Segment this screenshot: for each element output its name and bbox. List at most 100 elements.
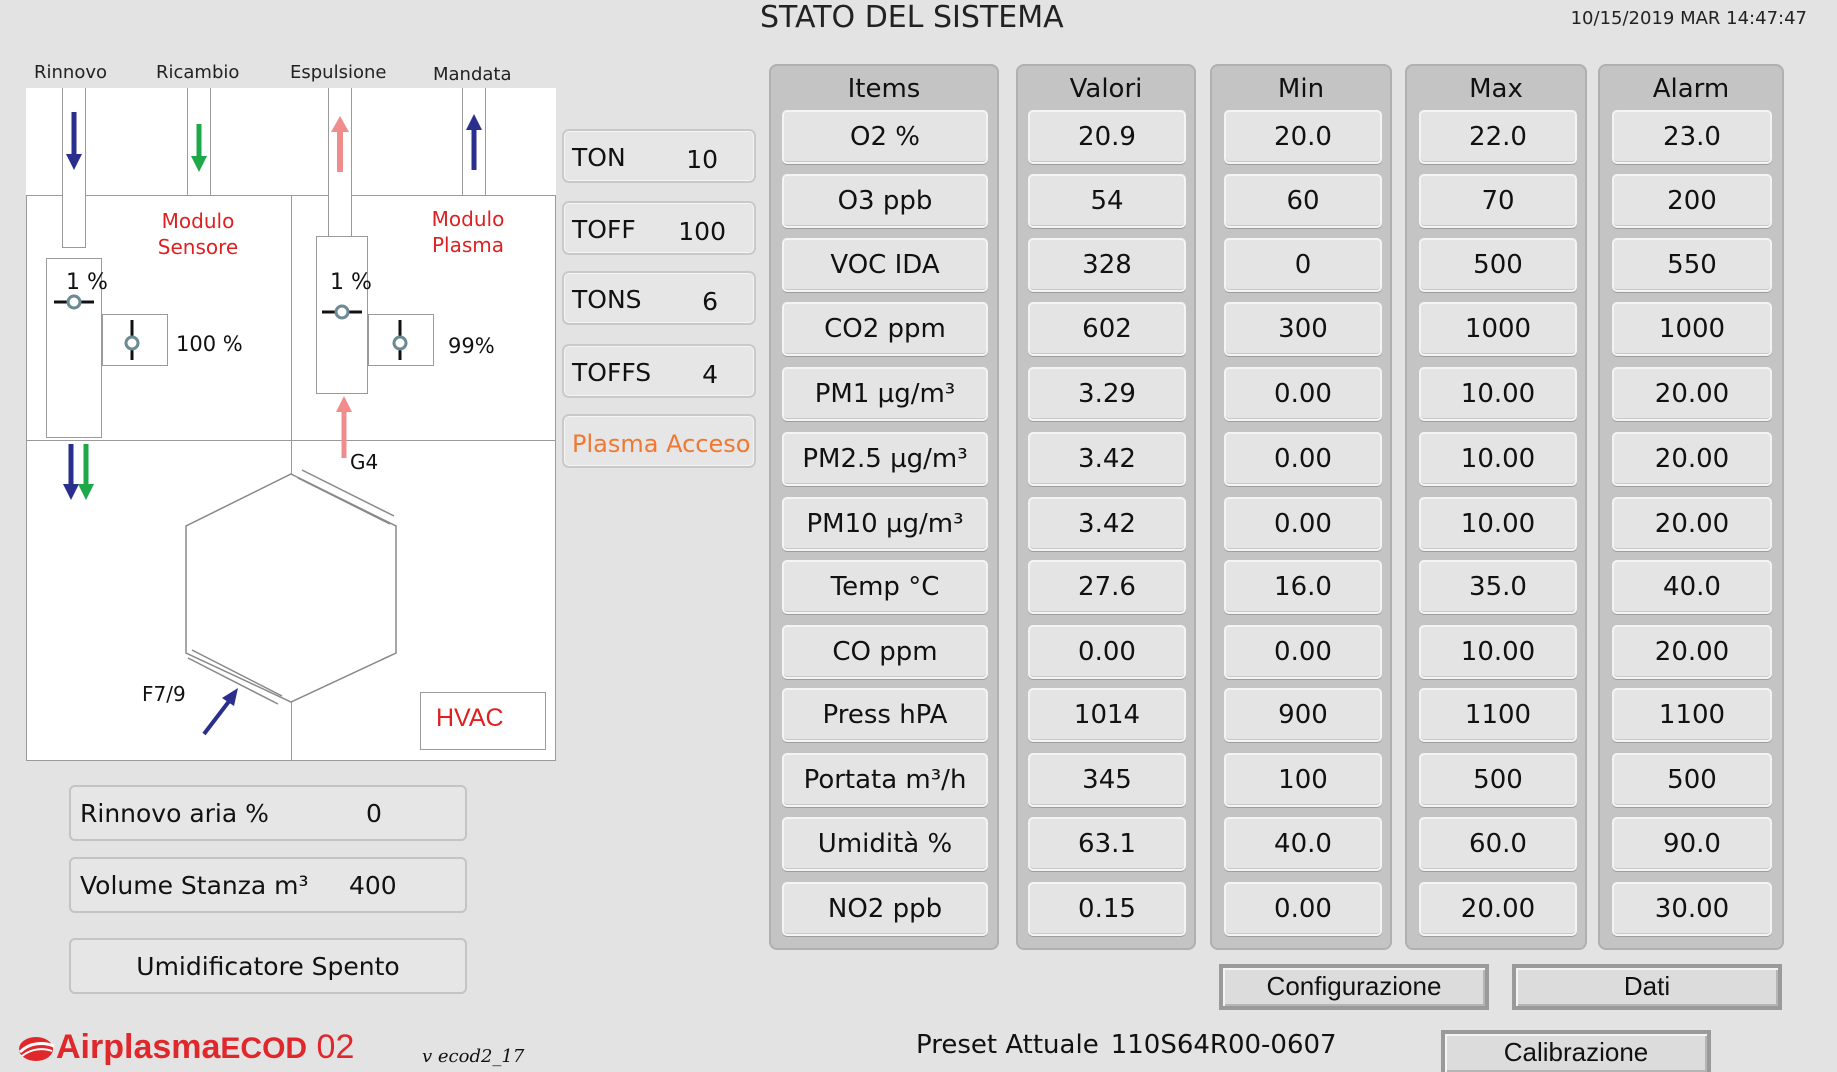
value-cell-min[interactable]: 900 <box>1224 688 1382 742</box>
value-cell-valori[interactable]: 20.9 <box>1028 110 1186 164</box>
value-cell-min[interactable]: 60 <box>1224 174 1382 228</box>
item-label-cell: Temp °C <box>782 560 988 614</box>
rinnovo-aria-field[interactable]: Rinnovo aria % 0 <box>69 785 467 841</box>
volume-stanza-field[interactable]: Volume Stanza m³ 400 <box>69 857 467 913</box>
value-cell-alarm[interactable]: 200 <box>1612 174 1772 228</box>
umidificatore-button[interactable]: Umidificatore Spento <box>69 938 467 994</box>
preset-attuale: Preset Attuale 110S64R00-0607 <box>916 1030 1337 1060</box>
logo-swoosh-icon <box>18 1037 55 1061</box>
column-header-max: Max <box>1469 74 1523 104</box>
item-label-cell: CO2 ppm <box>782 302 988 356</box>
value-cell-min[interactable]: 0.00 <box>1224 625 1382 679</box>
value-cell-valori[interactable]: 63.1 <box>1028 817 1186 871</box>
value-cell-min[interactable]: 0 <box>1224 238 1382 292</box>
value-cell-alarm[interactable]: 1100 <box>1612 688 1772 742</box>
heat-exchanger-hexagon <box>185 473 397 703</box>
value-cell-max[interactable]: 10.00 <box>1419 625 1577 679</box>
value-cell-max[interactable]: 1000 <box>1419 302 1577 356</box>
item-label-cell: O3 ppb <box>782 174 988 228</box>
label-ricambio: Ricambio <box>156 62 240 83</box>
value-cell-max[interactable]: 10.00 <box>1419 367 1577 421</box>
column-valori: Valori 20.9 54 328 602 3.29 3.42 3.42 27.6 0.00 10… <box>1016 64 1196 950</box>
item-label-cell: PM2.5 µg/m³ <box>782 432 988 486</box>
item-label-cell: Portata m³/h <box>782 753 988 807</box>
value-cell-max[interactable]: 35.0 <box>1419 560 1577 614</box>
diagram-graphics <box>54 112 482 736</box>
column-alarm: Alarm 23.0 200 550 1000 20.00 20.00 20.00 40.0 20… <box>1598 64 1784 950</box>
column-header-min: Min <box>1277 74 1325 104</box>
damper-left-side-pct: 100 % <box>176 332 243 356</box>
value-cell-max[interactable]: 1100 <box>1419 688 1577 742</box>
hvac-label: HVAC <box>436 704 504 732</box>
value-cell-min[interactable]: 0.00 <box>1224 882 1382 936</box>
value-cell-max[interactable]: 20.00 <box>1419 882 1577 936</box>
hvac-diagram: Modulo Sensore Modulo Plasma 1 % 100 % 1 %… <box>26 88 556 761</box>
value-cell-max[interactable]: 500 <box>1419 753 1577 807</box>
calibrazione-button[interactable]: Calibrazione <box>1441 1030 1711 1072</box>
param-toffs[interactable]: TOFFS 4 <box>562 344 756 398</box>
item-label-cell: PM10 µg/m³ <box>782 497 988 551</box>
value-cell-valori[interactable]: 345 <box>1028 753 1186 807</box>
value-cell-max[interactable]: 22.0 <box>1419 110 1577 164</box>
dati-button[interactable]: Dati <box>1512 964 1782 1010</box>
column-max: Max 22.0 70 500 1000 10.00 10.00 10.00 35.0 10.00… <box>1405 64 1587 950</box>
value-cell-min[interactable]: 0.00 <box>1224 432 1382 486</box>
configurazione-button[interactable]: Configurazione <box>1219 964 1489 1010</box>
value-cell-min[interactable]: 300 <box>1224 302 1382 356</box>
item-label-cell: PM1 µg/m³ <box>782 367 988 421</box>
modulo-plasma-label: Modulo Plasma <box>431 207 505 257</box>
value-cell-valori[interactable]: 54 <box>1028 174 1186 228</box>
param-toff[interactable]: TOFF 100 <box>562 201 756 255</box>
column-header-valori: Valori <box>1069 74 1143 104</box>
item-label-cell: NO2 ppb <box>782 882 988 936</box>
value-cell-valori[interactable]: 27.6 <box>1028 560 1186 614</box>
value-cell-alarm[interactable]: 550 <box>1612 238 1772 292</box>
value-cell-valori[interactable]: 3.42 <box>1028 497 1186 551</box>
value-cell-max[interactable]: 500 <box>1419 238 1577 292</box>
value-cell-valori[interactable]: 1014 <box>1028 688 1186 742</box>
datetime-display: 10/15/2019 MAR 14:47:47 <box>1570 8 1807 29</box>
value-cell-max[interactable]: 60.0 <box>1419 817 1577 871</box>
value-cell-alarm[interactable]: 20.00 <box>1612 367 1772 421</box>
value-cell-valori[interactable]: 328 <box>1028 238 1186 292</box>
plasma-status: Plasma Acceso <box>562 414 756 468</box>
value-cell-min[interactable]: 0.00 <box>1224 497 1382 551</box>
damper-left-pct: 1 % <box>66 270 108 295</box>
value-cell-min[interactable]: 16.0 <box>1224 560 1382 614</box>
value-cell-alarm[interactable]: 30.00 <box>1612 882 1772 936</box>
damper-right-pct: 1 % <box>330 270 372 295</box>
item-label-cell: Press hPA <box>782 688 988 742</box>
value-cell-min[interactable]: 0.00 <box>1224 367 1382 421</box>
value-cell-valori[interactable]: 3.42 <box>1028 432 1186 486</box>
arrow-down-blue-icon <box>66 112 82 170</box>
column-header-items: Items <box>847 74 921 104</box>
item-label-cell: CO ppm <box>782 625 988 679</box>
value-cell-alarm[interactable]: 40.0 <box>1612 560 1772 614</box>
filter-g4-label: G4 <box>350 450 379 474</box>
value-cell-valori[interactable]: 0.00 <box>1028 625 1186 679</box>
value-cell-alarm[interactable]: 20.00 <box>1612 625 1772 679</box>
value-cell-valori[interactable]: 0.15 <box>1028 882 1186 936</box>
column-min: Min 20.0 60 0 300 0.00 0.00 0.00 16.0 0.00 900 100 4… <box>1210 64 1392 950</box>
value-cell-alarm[interactable]: 20.00 <box>1612 497 1772 551</box>
arrow-down-green-icon <box>191 124 207 172</box>
value-cell-max[interactable]: 70 <box>1419 174 1577 228</box>
value-cell-min[interactable]: 20.0 <box>1224 110 1382 164</box>
value-cell-max[interactable]: 10.00 <box>1419 497 1577 551</box>
value-cell-valori[interactable]: 3.29 <box>1028 367 1186 421</box>
value-cell-max[interactable]: 10.00 <box>1419 432 1577 486</box>
column-header-alarm: Alarm <box>1652 74 1730 104</box>
value-cell-alarm[interactable]: 90.0 <box>1612 817 1772 871</box>
value-cell-valori[interactable]: 602 <box>1028 302 1186 356</box>
arrow-up-blue-icon <box>466 114 482 170</box>
value-cell-alarm[interactable]: 23.0 <box>1612 110 1772 164</box>
param-tons[interactable]: TONS 6 <box>562 271 756 325</box>
param-ton[interactable]: TON 10 <box>562 129 756 183</box>
value-cell-alarm[interactable]: 1000 <box>1612 302 1772 356</box>
value-cell-min[interactable]: 40.0 <box>1224 817 1382 871</box>
filter-f79-label: F7/9 <box>142 682 186 706</box>
value-cell-alarm[interactable]: 20.00 <box>1612 432 1772 486</box>
value-cell-alarm[interactable]: 500 <box>1612 753 1772 807</box>
item-label-cell: O2 % <box>782 110 988 164</box>
value-cell-min[interactable]: 100 <box>1224 753 1382 807</box>
